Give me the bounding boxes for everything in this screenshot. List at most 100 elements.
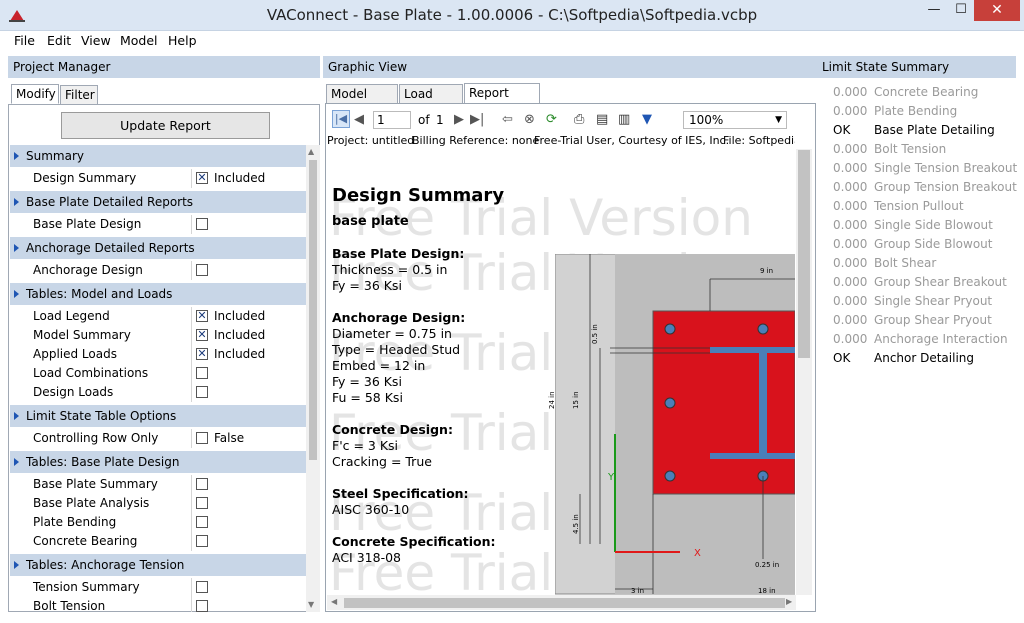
scroll-down-icon[interactable]: ▼: [308, 600, 314, 609]
checkbox[interactable]: [196, 600, 208, 612]
option-label: Base Plate Analysis: [33, 496, 150, 510]
option-row[interactable]: Model Summary ✕ Included: [10, 326, 306, 345]
pm-scrollbar-thumb[interactable]: [309, 160, 317, 460]
option-value: False: [214, 431, 245, 445]
expand-arrow-icon[interactable]: [14, 198, 19, 206]
column-divider: [191, 597, 192, 612]
menu-edit[interactable]: Edit: [47, 33, 71, 48]
update-report-button[interactable]: Update Report: [61, 112, 270, 139]
window-title: VAConnect - Base Plate - 1.00.0006 - C:\…: [266, 6, 758, 24]
option-label: Applied Loads: [33, 347, 117, 361]
back-icon[interactable]: ⇦: [502, 112, 513, 127]
limit-state-value: 0.000: [833, 199, 868, 213]
expand-arrow-icon[interactable]: [14, 561, 19, 569]
refresh-icon[interactable]: ⟳: [546, 112, 557, 127]
menu-view[interactable]: View: [81, 33, 111, 48]
option-row[interactable]: Concrete Bearing: [10, 532, 306, 551]
checkbox[interactable]: [196, 516, 208, 528]
zoom-select[interactable]: 100% ▼: [683, 111, 787, 129]
category-header[interactable]: Tables: Anchorage Tension: [10, 554, 306, 576]
report-line: F'c = 3 Ksi: [332, 438, 399, 453]
stop-icon[interactable]: ⊗: [524, 112, 535, 127]
option-row[interactable]: Load Legend ✕ Included: [10, 307, 306, 326]
checkbox[interactable]: [196, 367, 208, 379]
category-header[interactable]: Summary: [10, 145, 306, 167]
checkbox-checked[interactable]: ✕: [196, 348, 208, 360]
option-row[interactable]: Base Plate Design: [10, 215, 306, 234]
option-row[interactable]: Bolt Tension: [10, 597, 306, 612]
next-page-icon[interactable]: ▶: [454, 112, 464, 127]
expand-arrow-icon[interactable]: [14, 244, 19, 252]
minimize-button[interactable]: —: [920, 0, 948, 21]
option-row[interactable]: Base Plate Analysis: [10, 494, 306, 513]
checkbox[interactable]: [196, 432, 208, 444]
last-page-icon[interactable]: ▶|: [470, 112, 484, 127]
checkbox[interactable]: [196, 386, 208, 398]
close-button[interactable]: ✕: [974, 0, 1020, 21]
info-billing: Billing Reference: none: [412, 134, 540, 147]
report-line: Fy = 36 Ksi: [332, 278, 402, 293]
option-row[interactable]: Design Loads: [10, 383, 306, 402]
tab-model-view[interactable]: Model View: [326, 84, 398, 119]
option-label: Base Plate Design: [33, 217, 142, 231]
option-row[interactable]: Design Summary ✕ Included: [10, 169, 306, 188]
tab-modify[interactable]: Modify: [11, 84, 59, 104]
expand-arrow-icon[interactable]: [14, 412, 19, 420]
first-page-icon[interactable]: |◀: [332, 110, 350, 128]
previous-page-icon[interactable]: ◀: [354, 112, 364, 127]
expand-arrow-icon[interactable]: [14, 458, 19, 466]
checkbox[interactable]: [196, 497, 208, 509]
category-header[interactable]: Tables: Model and Loads: [10, 283, 306, 305]
option-row[interactable]: Base Plate Summary: [10, 475, 306, 494]
category-label: Anchorage Detailed Reports: [26, 241, 195, 255]
category-header[interactable]: Base Plate Detailed Reports: [10, 191, 306, 213]
tab-load-view[interactable]: Load View: [399, 84, 463, 119]
print-icon[interactable]: ⎙: [574, 112, 584, 127]
menu-help[interactable]: Help: [168, 33, 197, 48]
checkbox[interactable]: [196, 478, 208, 490]
option-label: Plate Bending: [33, 515, 117, 529]
checkbox-checked[interactable]: ✕: [196, 172, 208, 184]
report-vertical-scrollbar-thumb[interactable]: [798, 150, 810, 358]
limit-state-name: Anchor Detailing: [874, 351, 975, 365]
column-divider: [191, 532, 192, 551]
checkbox[interactable]: [196, 581, 208, 593]
scroll-up-icon[interactable]: ▲: [308, 147, 314, 156]
category-header[interactable]: Tables: Base Plate Design: [10, 451, 306, 473]
checkbox[interactable]: [196, 264, 208, 276]
limit-state-value: 0.000: [833, 180, 868, 194]
option-row[interactable]: Applied Loads ✕ Included: [10, 345, 306, 364]
checkbox-checked[interactable]: ✕: [196, 310, 208, 322]
column-divider: [191, 513, 192, 532]
export-icon[interactable]: ▼: [642, 112, 652, 127]
option-row[interactable]: Load Combinations: [10, 364, 306, 383]
report-line: AISC 360-10: [332, 502, 410, 517]
option-row[interactable]: Controlling Row Only False: [10, 429, 306, 448]
page-setup-icon[interactable]: ▤: [596, 112, 608, 127]
scroll-left-icon[interactable]: ◀: [331, 597, 337, 606]
page-number-input[interactable]: 1: [373, 111, 411, 129]
option-row[interactable]: Tension Summary: [10, 578, 306, 597]
limit-state-name: Group Tension Breakout: [874, 180, 1017, 194]
checkbox-checked[interactable]: ✕: [196, 329, 208, 341]
checkbox[interactable]: [196, 218, 208, 230]
limit-state-value: 0.000: [833, 313, 868, 327]
menu-model[interactable]: Model: [120, 33, 158, 48]
option-row[interactable]: Anchorage Design: [10, 261, 306, 280]
menu-file[interactable]: File: [14, 33, 35, 48]
option-label: Tension Summary: [33, 580, 140, 594]
expand-arrow-icon[interactable]: [14, 290, 19, 298]
page-of-label: of: [418, 113, 430, 127]
layout-icon[interactable]: ▥: [618, 112, 630, 127]
expand-arrow-icon[interactable]: [14, 152, 19, 160]
tab-filter[interactable]: Filter: [60, 85, 98, 105]
option-row[interactable]: Plate Bending: [10, 513, 306, 532]
checkbox[interactable]: [196, 535, 208, 547]
tab-report-view[interactable]: Report View: [464, 83, 540, 118]
category-header[interactable]: Anchorage Detailed Reports: [10, 237, 306, 259]
column-divider: [191, 307, 192, 326]
maximize-button[interactable]: ☐: [948, 0, 974, 21]
scroll-right-icon[interactable]: ▶: [786, 597, 792, 606]
report-horizontal-scrollbar-thumb[interactable]: [344, 598, 785, 608]
category-header[interactable]: Limit State Table Options: [10, 405, 306, 427]
